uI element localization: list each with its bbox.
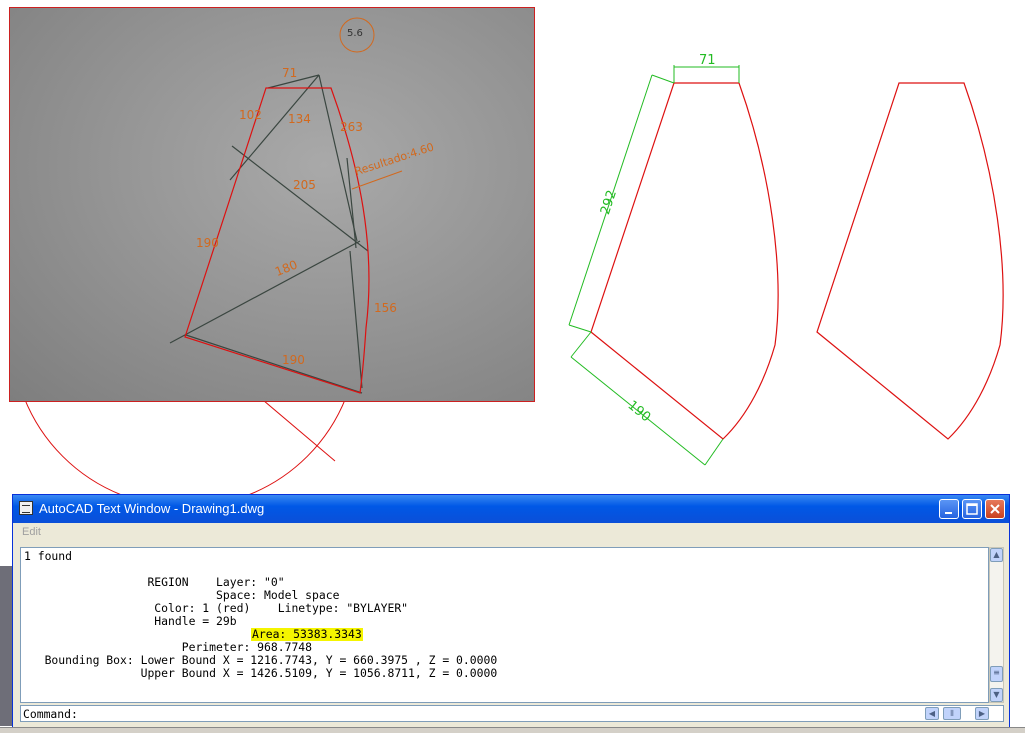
minimize-icon: [945, 512, 952, 514]
photo-dim-190-left: 190: [196, 236, 219, 250]
layout-tabs-strip: [0, 727, 1025, 733]
menu-bar: Edit: [13, 523, 1009, 543]
app-background-strip: [0, 566, 12, 726]
photo-dim-102: 102: [239, 108, 262, 122]
text-window-icon: [19, 501, 33, 515]
hscroll-thumb[interactable]: ⦀: [943, 707, 961, 720]
photo-note-label: 5.6: [347, 28, 363, 39]
photo-dim-190-bottom: 190: [282, 353, 305, 367]
photo-dim-263: 263: [340, 120, 363, 134]
text-window[interactable]: AutoCAD Text Window - Drawing1.dwg Edit …: [12, 494, 1010, 728]
command-line[interactable]: Command: ◀ ⦀ ▶: [20, 705, 1004, 722]
region-outline-dimensioned[interactable]: [590, 82, 779, 440]
window-title: AutoCAD Text Window - Drawing1.dwg: [39, 501, 265, 516]
scroll-thumb[interactable]: ≡: [990, 666, 1003, 682]
close-button[interactable]: [985, 499, 1005, 519]
close-icon: [990, 504, 1000, 514]
scroll-up-icon[interactable]: ▲: [990, 548, 1003, 562]
command-history-output[interactable]: 1 found REGION Layer: "0" Space: Model s…: [20, 547, 989, 703]
maximize-button[interactable]: [962, 499, 982, 519]
horizontal-scrollbar[interactable]: ◀ ⦀ ▶: [925, 707, 989, 720]
command-prompt: Command:: [23, 707, 78, 721]
scroll-right-icon[interactable]: ▶: [975, 707, 989, 720]
dimension-lines[interactable]: [568, 65, 740, 466]
scroll-down-icon[interactable]: ▼: [990, 688, 1003, 702]
photo-dim-205: 205: [293, 178, 316, 192]
minimize-button[interactable]: [939, 499, 959, 519]
list-output-text: 1 found REGION Layer: "0" Space: Model s…: [24, 549, 498, 680]
pencil-sketch: [169, 74, 369, 394]
vertical-scrollbar[interactable]: ▲ ≡ ▼: [989, 547, 1004, 703]
area-result-highlight: Area: 53383.3343: [251, 627, 363, 641]
reference-photo: 5.6 71 102 134 263 Resultado:4.60 205 19…: [9, 7, 535, 402]
region-outline-copy[interactable]: [816, 82, 1004, 440]
dimension-text-71[interactable]: 71: [699, 53, 716, 68]
scroll-left-icon[interactable]: ◀: [925, 707, 939, 720]
maximize-icon: [966, 503, 978, 515]
photo-dim-71: 71: [282, 66, 298, 80]
menu-edit[interactable]: Edit: [22, 526, 41, 538]
photo-dim-156: 156: [374, 301, 397, 315]
photo-dim-134: 134: [288, 112, 311, 126]
title-bar[interactable]: AutoCAD Text Window - Drawing1.dwg: [13, 495, 1009, 523]
